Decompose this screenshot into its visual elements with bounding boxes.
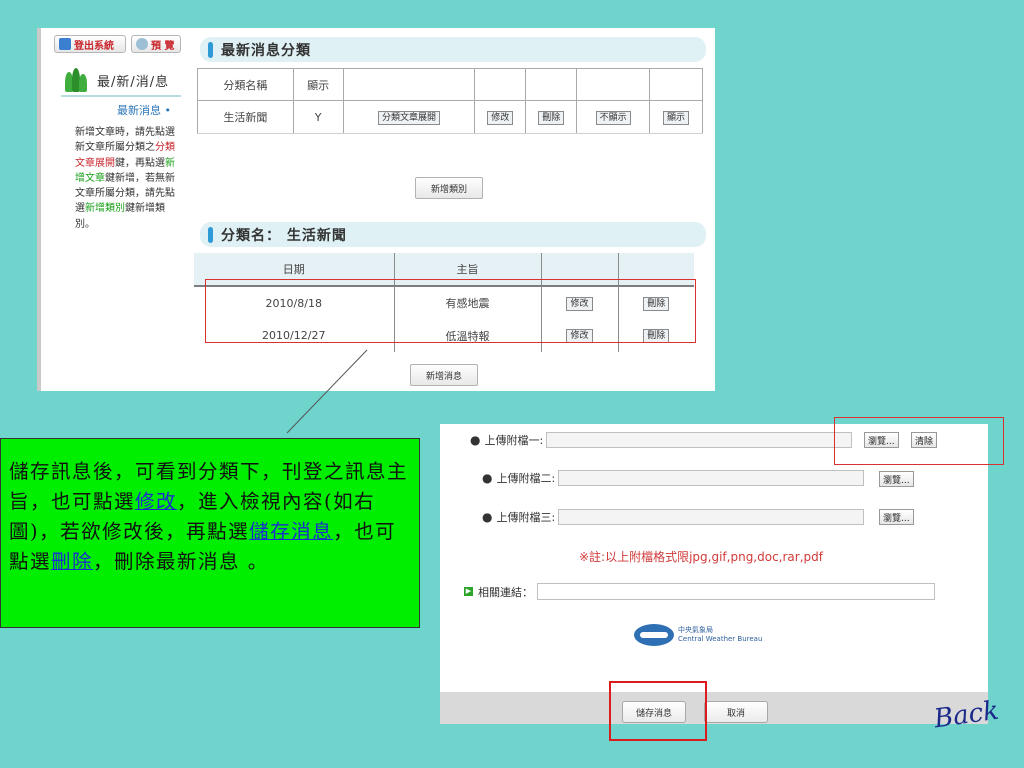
sidebar-item-latest-news[interactable]: 最新消息 • bbox=[117, 102, 171, 118]
category-section-header: 最新消息分類 bbox=[200, 37, 706, 62]
tree-icon bbox=[65, 68, 87, 92]
upload3-label: 上傳附檔三: bbox=[496, 511, 556, 524]
delete-category-button[interactable]: 刪除 bbox=[538, 110, 565, 125]
edit-news-form: ● 上傳附檔一: ● 上傳附檔二: ● 上傳附檔三: 瀏覽... 清除 瀏覽..… bbox=[440, 424, 988, 724]
help-text-add-category: 新增類別 bbox=[85, 203, 125, 215]
section-bar-icon bbox=[208, 41, 213, 58]
column-header bbox=[576, 68, 651, 101]
bullet-icon: ● bbox=[470, 433, 481, 447]
cwb-name-en: Central Weather Bureau bbox=[678, 635, 763, 643]
note-link-delete[interactable]: 刪除 bbox=[51, 550, 93, 573]
browse-button-3[interactable]: 瀏覽... bbox=[879, 509, 914, 525]
note-link-edit[interactable]: 修改 bbox=[135, 490, 177, 513]
logout-button[interactable]: 登出系統 bbox=[54, 35, 126, 53]
preview-label: 預 覽 bbox=[151, 40, 175, 52]
upload-format-note: ※註:以上附檔格式限jpg,gif,png,doc,rar,pdf bbox=[579, 550, 823, 564]
column-header bbox=[525, 68, 578, 101]
cancel-button[interactable]: 取消 bbox=[704, 701, 768, 723]
help-text-3: 鍵，再點選 bbox=[115, 157, 165, 169]
upload-row-1: ● 上傳附檔一: bbox=[470, 432, 853, 448]
upload2-field[interactable] bbox=[558, 470, 865, 486]
column-header bbox=[649, 68, 703, 101]
instruction-note: 儲存訊息後，可看到分類下，刊登之訊息主旨，也可點選修改，進入檢視內容(如右圖)，… bbox=[0, 438, 420, 628]
upload1-field[interactable] bbox=[546, 432, 853, 448]
news-admin-panel: 登出系統 預 覽 最/新/消/息 最新消息 • 新增文章時，請先點選新文章所屬分… bbox=[37, 28, 715, 391]
cwb-name-zh: 中央氣象局 bbox=[678, 626, 713, 634]
related-link-input[interactable] bbox=[537, 583, 935, 600]
magnifier-icon bbox=[136, 38, 148, 50]
sidebar-help-text: 新增文章時，請先點選新文章所屬分類之分類文章展開鍵，再點選新增文章鍵新增，若無新… bbox=[75, 125, 175, 232]
browse-button-2[interactable]: 瀏覽... bbox=[879, 471, 914, 487]
highlight-box-save bbox=[609, 681, 707, 741]
preview-button[interactable]: 預 覽 bbox=[131, 35, 181, 53]
category-table-header: 分類名稱 顯示 bbox=[197, 68, 703, 101]
category-section-title: 最新消息分類 bbox=[221, 42, 311, 59]
edit-category-button[interactable]: 修改 bbox=[487, 110, 514, 125]
section-bar-icon bbox=[208, 226, 213, 243]
upload1-label: 上傳附檔一: bbox=[484, 434, 544, 447]
category-table: 分類名稱 顯示 生活新聞 Y 分類文章展開 修改 刪除 不顯示 顯示 bbox=[197, 68, 703, 134]
arrow-right-icon: ▶ bbox=[464, 587, 473, 596]
upload2-label: 上傳附檔二: bbox=[496, 472, 556, 485]
news-section-header: 分類名： 生活新聞 bbox=[200, 222, 706, 247]
show-category-button[interactable]: 顯示 bbox=[663, 110, 690, 125]
column-header: 顯示 bbox=[292, 68, 344, 101]
bullet-icon: ● bbox=[482, 510, 493, 524]
table-row: 生活新聞 Y 分類文章展開 修改 刪除 不顯示 顯示 bbox=[197, 100, 703, 134]
sidebar-title: 最/新/消/息 bbox=[65, 65, 179, 95]
upload3-field[interactable] bbox=[558, 509, 865, 525]
category-name: 生活新聞 bbox=[197, 100, 294, 134]
left-strip bbox=[37, 28, 41, 391]
sidebar-title-text: 最/新/消/息 bbox=[97, 74, 170, 90]
news-section-title: 分類名： 生活新聞 bbox=[221, 227, 347, 244]
highlight-box-browse-clear bbox=[834, 417, 1004, 465]
column-header bbox=[342, 68, 476, 101]
category-visible: Y bbox=[292, 100, 344, 134]
upload-row-2: ● 上傳附檔二: bbox=[482, 470, 865, 486]
hide-category-button[interactable]: 不顯示 bbox=[595, 110, 631, 125]
cwb-logo-text: 中央氣象局 Central Weather Bureau bbox=[678, 626, 762, 644]
expand-category-button[interactable]: 分類文章展開 bbox=[377, 110, 440, 125]
logout-label: 登出系統 bbox=[74, 40, 114, 52]
note-text-4: ，刪除最新消息 。 bbox=[93, 550, 269, 573]
cwb-logo-icon bbox=[634, 624, 674, 646]
logout-icon bbox=[59, 38, 71, 50]
note-link-save[interactable]: 儲存消息 bbox=[249, 520, 333, 543]
bullet-icon: ● bbox=[482, 471, 493, 485]
add-category-button[interactable]: 新增類別 bbox=[415, 177, 483, 199]
upload-row-3: ● 上傳附檔三: bbox=[482, 509, 865, 525]
cwb-logo: 中央氣象局 Central Weather Bureau bbox=[634, 624, 762, 646]
related-link-label: 相關連結： bbox=[478, 585, 533, 599]
highlight-box-news-rows bbox=[205, 279, 696, 343]
add-news-button[interactable]: 新增消息 bbox=[410, 364, 478, 386]
sidebar-divider bbox=[61, 95, 181, 97]
column-header: 分類名稱 bbox=[197, 68, 294, 101]
related-link-row: ▶ 相關連結： bbox=[464, 583, 935, 600]
column-header bbox=[474, 68, 527, 101]
